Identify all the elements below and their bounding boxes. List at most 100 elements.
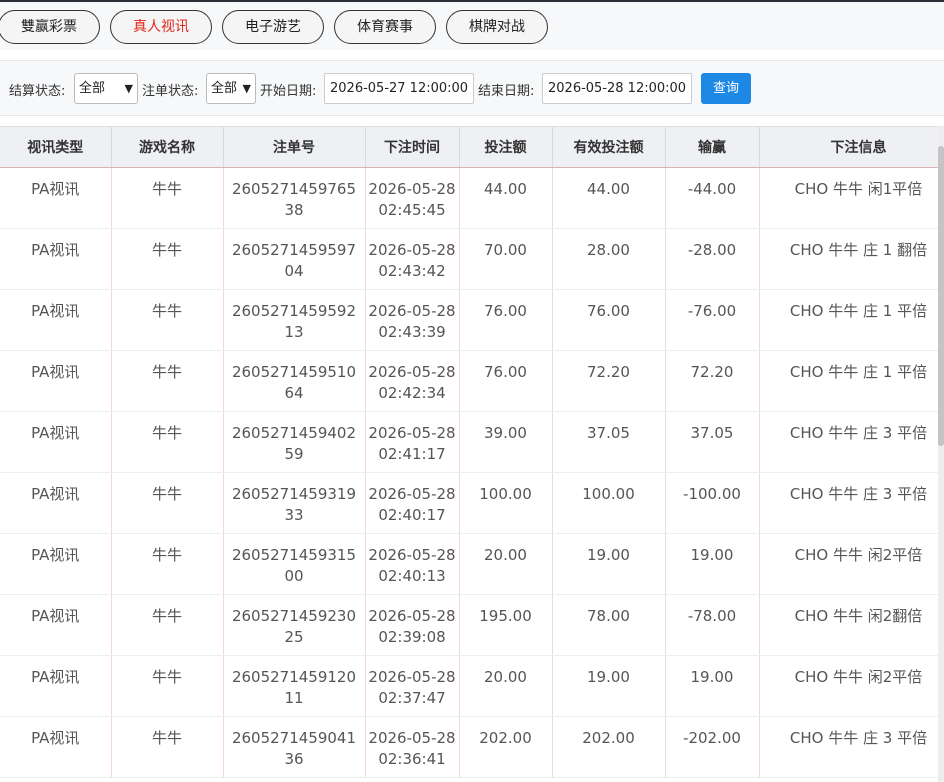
cell-bet-info: CHO 牛牛 庄 3 平倍: [759, 411, 938, 473]
cell-bet-time: 2026-05-28 02:43:42: [365, 228, 460, 290]
cell-game-name: 牛牛: [111, 228, 224, 290]
cell-bet-time: 2026-05-28 02:40:13: [365, 533, 460, 595]
cell-win-loss: -78.00: [665, 594, 760, 656]
cell-bet-time: 2026-05-28 02:39:08: [365, 594, 460, 656]
table-row[interactable]: PA视讯 牛牛 260527145931933 2026-05-28 02:40:17…: [0, 472, 938, 534]
cell-bet-info: CHO 牛牛 庄 1 平倍: [759, 350, 938, 412]
col-header-valid-bet[interactable]: 有效投注额: [552, 127, 666, 168]
cell-bet-amount: 20.00: [459, 655, 553, 717]
table-row[interactable]: PA视讯 牛牛 260527145959213 2026-05-28 02:43:39…: [0, 289, 938, 351]
cell-game-name: 牛牛: [111, 350, 224, 412]
settle-status-value: 全部: [79, 81, 106, 96]
cell-bet-time: 2026-05-28 02:42:34: [365, 350, 460, 412]
start-date-input[interactable]: 2026-05-27 12:00:00: [324, 73, 474, 104]
col-header-win-loss[interactable]: 输赢: [665, 127, 760, 168]
table-scrollbar[interactable]: [938, 126, 944, 782]
col-header-bet-amount[interactable]: 投注额: [459, 127, 553, 168]
cell-bet-id: 260527145940259: [223, 411, 366, 473]
cell-bet-id: 260527145923025: [223, 594, 366, 656]
end-date-label: 结束日期:: [478, 84, 535, 99]
cell-bet-info: CHO 牛牛 庄 1 平倍: [759, 289, 938, 351]
cell-video-type: PA视讯: [0, 411, 112, 473]
cell-win-loss: -28.00: [665, 228, 760, 290]
settle-status-label: 结算状态:: [9, 84, 66, 99]
cell-bet-info: CHO 牛牛 庄 1 翻倍: [759, 228, 938, 290]
tab-electronic-games[interactable]: 电子游艺: [222, 10, 324, 44]
cell-valid-bet: 44.00: [552, 167, 666, 229]
cell-game-name: 牛牛: [111, 167, 224, 229]
table-row[interactable]: PA视讯 牛牛 260527145912011 2026-05-28 02:37:47…: [0, 655, 938, 717]
cell-bet-info: CHO 牛牛 闲2平倍: [759, 655, 938, 717]
cell-bet-time: 2026-05-28 02:43:39: [365, 289, 460, 351]
category-tab-bar: 雙赢彩票 真人视讯 电子游艺 体育赛事 棋牌对战: [0, 0, 944, 50]
table-row[interactable]: PA视讯 牛牛 260527145931500 2026-05-28 02:40:13…: [0, 533, 938, 595]
cell-valid-bet: 37.05: [552, 411, 666, 473]
cell-bet-info: CHO 牛牛 庄 3 平倍: [759, 716, 938, 778]
chevron-down-icon: ▼: [124, 82, 133, 95]
cell-video-type: PA视讯: [0, 655, 112, 717]
col-header-game-name[interactable]: 游戏名称: [111, 127, 224, 168]
cell-bet-id: 260527145951064: [223, 350, 366, 412]
bet-records-table-container: 视讯类型 游戏名称 注单号 下注时间 投注额 有效投注额 输赢 下注信息 PA视…: [0, 126, 938, 782]
cell-video-type: PA视讯: [0, 289, 112, 351]
cell-game-name: 牛牛: [111, 716, 224, 778]
cell-win-loss: 19.00: [665, 655, 760, 717]
tab-card-games[interactable]: 棋牌对战: [446, 10, 548, 44]
cell-valid-bet: 202.00: [552, 716, 666, 778]
cell-game-name: 牛牛: [111, 472, 224, 534]
col-header-bet-time[interactable]: 下注时间: [365, 127, 460, 168]
cell-bet-amount: 100.00: [459, 472, 553, 534]
cell-valid-bet: 100.00: [552, 472, 666, 534]
cell-game-name: 牛牛: [111, 655, 224, 717]
cell-bet-time: 2026-05-28 02:40:17: [365, 472, 460, 534]
cell-valid-bet: 19.00: [552, 533, 666, 595]
cell-bet-id: 260527145959704: [223, 228, 366, 290]
cell-win-loss: 72.20: [665, 350, 760, 412]
table-row[interactable]: PA视讯 牛牛 260527145959704 2026-05-28 02:43:42…: [0, 228, 938, 290]
cell-bet-id: 260527145976538: [223, 167, 366, 229]
end-date-input[interactable]: 2026-05-28 12:00:00: [542, 73, 692, 104]
cell-bet-id: 260527145904136: [223, 716, 366, 778]
cell-video-type: PA视讯: [0, 167, 112, 229]
cell-bet-time: 2026-05-28 02:41:17: [365, 411, 460, 473]
table-row[interactable]: PA视讯 牛牛 260527145976538 2026-05-28 02:45:45…: [0, 167, 938, 229]
bet-status-value: 全部: [211, 81, 238, 96]
cell-bet-info: CHO 牛牛 庄 3 平倍: [759, 472, 938, 534]
cell-bet-amount: 39.00: [459, 411, 553, 473]
bet-status-label: 注单状态:: [142, 84, 199, 99]
scrollbar-thumb[interactable]: [938, 146, 944, 446]
cell-bet-time: 2026-05-28 02:45:45: [365, 167, 460, 229]
cell-bet-amount: 70.00: [459, 228, 553, 290]
col-header-video-type[interactable]: 视讯类型: [0, 127, 112, 168]
cell-win-loss: -44.00: [665, 167, 760, 229]
cell-game-name: 牛牛: [111, 533, 224, 595]
cell-win-loss: -76.00: [665, 289, 760, 351]
col-header-bet-id[interactable]: 注单号: [223, 127, 366, 168]
bet-status-select[interactable]: 全部 ▼: [206, 73, 256, 104]
tab-lottery[interactable]: 雙赢彩票: [0, 10, 100, 44]
tab-sports[interactable]: 体育赛事: [334, 10, 436, 44]
cell-bet-time: 2026-05-28 02:36:41: [365, 716, 460, 778]
cell-game-name: 牛牛: [111, 289, 224, 351]
cell-bet-amount: 44.00: [459, 167, 553, 229]
table-row[interactable]: PA视讯 牛牛 260527145904136 2026-05-28 02:36:41…: [0, 716, 938, 778]
cell-bet-amount: 195.00: [459, 594, 553, 656]
table-row[interactable]: PA视讯 牛牛 260527145923025 2026-05-28 02:39:08…: [0, 594, 938, 656]
cell-game-name: 牛牛: [111, 594, 224, 656]
tab-live-video[interactable]: 真人视讯: [110, 10, 212, 44]
cell-video-type: PA视讯: [0, 716, 112, 778]
cell-win-loss: -202.00: [665, 716, 760, 778]
cell-bet-info: CHO 牛牛 闲2平倍: [759, 533, 938, 595]
cell-bet-time: 2026-05-28 02:37:47: [365, 655, 460, 717]
query-button[interactable]: 查询: [701, 73, 751, 104]
col-header-bet-info[interactable]: 下注信息: [759, 127, 938, 168]
table-row[interactable]: PA视讯 牛牛 260527145940259 2026-05-28 02:41:17…: [0, 411, 938, 473]
settle-status-select[interactable]: 全部 ▼: [74, 73, 138, 104]
cell-win-loss: 19.00: [665, 533, 760, 595]
cell-valid-bet: 28.00: [552, 228, 666, 290]
table-row[interactable]: PA视讯 牛牛 260527145951064 2026-05-28 02:42:34…: [0, 350, 938, 412]
cell-video-type: PA视讯: [0, 594, 112, 656]
cell-bet-amount: 76.00: [459, 289, 553, 351]
cell-video-type: PA视讯: [0, 350, 112, 412]
cell-valid-bet: 19.00: [552, 655, 666, 717]
